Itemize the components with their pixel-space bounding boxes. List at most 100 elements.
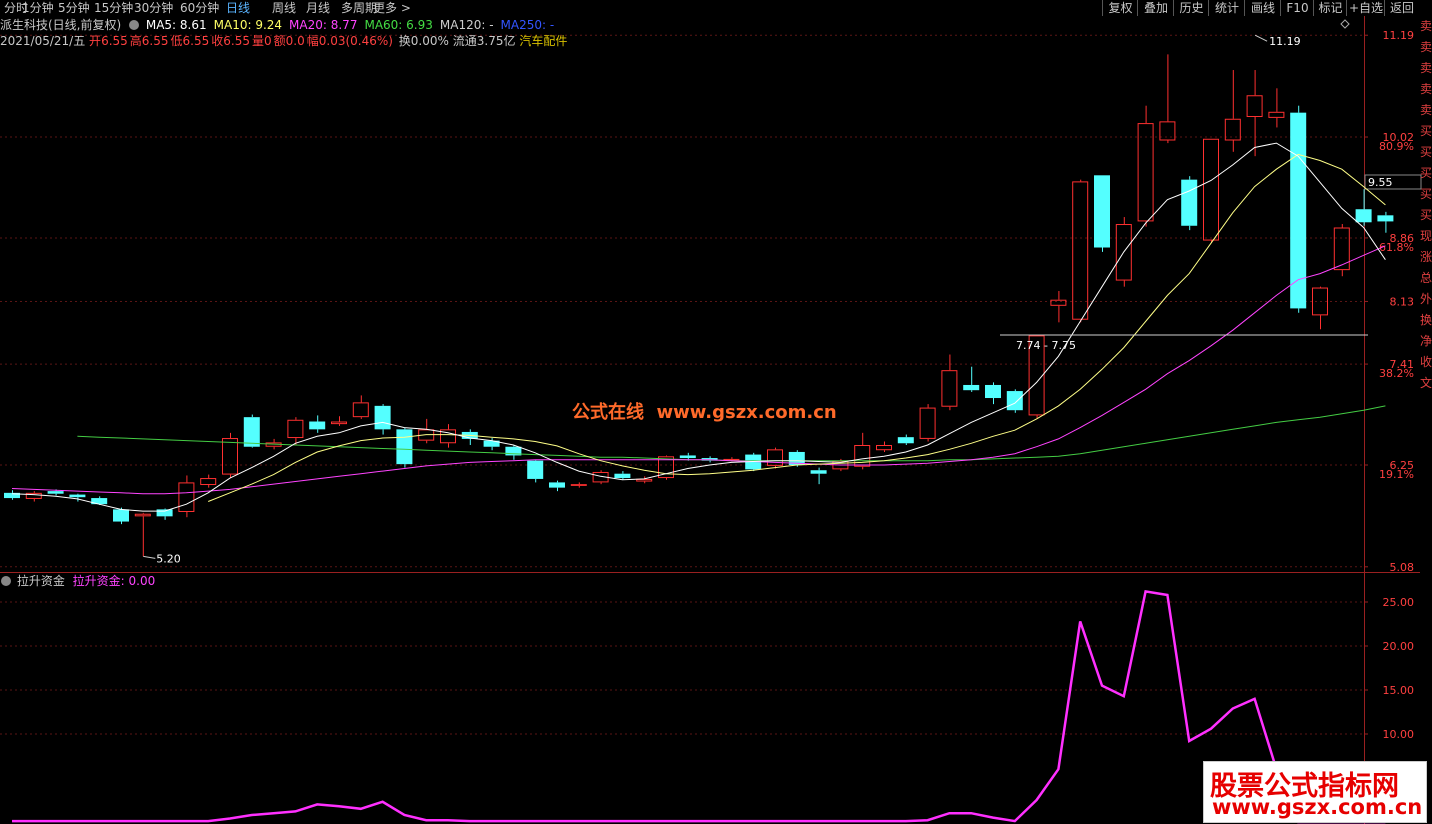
sector-tag[interactable]: 汽车配件 <box>519 34 567 48</box>
candle-body-up[interactable] <box>1050 299 1067 306</box>
candle-body-up[interactable] <box>222 438 238 475</box>
diamond-icon[interactable] <box>1340 19 1350 29</box>
period-tab[interactable]: 周线 <box>272 0 296 16</box>
candle-body-down[interactable] <box>69 494 86 498</box>
low-label: 5.20 <box>156 552 181 565</box>
kline-chart[interactable]: 11.1910.028.868.137.416.255.0880.9%61.8%… <box>0 16 1432 573</box>
toolbar-action-button[interactable]: 叠加 <box>1137 0 1174 16</box>
candle-body-up[interactable] <box>200 478 217 486</box>
side-tab[interactable]: 收 <box>1420 352 1432 373</box>
candle-body-up[interactable] <box>134 513 151 517</box>
candle-body-down[interactable] <box>113 509 129 522</box>
toolbar-action-button[interactable]: 历史 <box>1173 0 1209 16</box>
side-tab[interactable]: 卖 <box>1420 58 1432 79</box>
candle-body-down[interactable] <box>810 470 827 474</box>
side-tab[interactable]: 净 <box>1420 331 1432 352</box>
candle-body-down[interactable] <box>527 460 544 479</box>
side-tab[interactable]: 卖 <box>1420 16 1432 37</box>
candle-body-down[interactable] <box>47 491 64 494</box>
side-tab[interactable]: 买 <box>1420 163 1432 184</box>
candle-body-down[interactable] <box>897 437 914 444</box>
quote-label: 高 <box>129 34 142 48</box>
ma-legend-item: MA20: 8.77 <box>289 18 358 32</box>
candle-body-down[interactable] <box>614 473 631 479</box>
quote-value: 0.0 <box>285 34 305 48</box>
period-toolbar: 分时 1分钟 5分钟 15分钟 30分钟 60分钟 日线 周线 月线 多周期 更多 > 复权 叠加 历史统… <box>0 0 1432 16</box>
period-tab[interactable]: 60分钟 <box>180 0 219 16</box>
period-tab[interactable]: 更多 > <box>373 0 411 16</box>
candle-body-down[interactable] <box>309 421 326 430</box>
candle-body-down[interactable] <box>156 509 173 517</box>
side-tab[interactable]: 买 <box>1420 205 1432 226</box>
candle-body-up[interactable] <box>636 478 653 482</box>
candle-body-down[interactable] <box>1377 215 1394 222</box>
toolbar-action-button[interactable]: F10 <box>1280 0 1314 16</box>
ma-settings-icon[interactable] <box>129 20 140 30</box>
candle-body-down[interactable] <box>985 384 1001 399</box>
candle-body-up[interactable] <box>1203 138 1219 241</box>
candle-body-up[interactable] <box>854 445 871 467</box>
side-tab[interactable]: 文 <box>1420 373 1432 394</box>
candle-body-up[interactable] <box>352 402 369 418</box>
gap-label: 7.74 - 7.75 <box>1016 339 1076 352</box>
candle-body-down[interactable] <box>243 417 260 447</box>
candle-body-down[interactable] <box>396 429 413 465</box>
quote-value: 6.55 <box>223 34 250 48</box>
period-tab[interactable]: 日线 <box>226 0 250 16</box>
candle-body-up[interactable] <box>1268 111 1285 118</box>
period-tab[interactable]: 5分钟 <box>58 0 90 16</box>
candle-body-up[interactable] <box>1137 123 1154 222</box>
toolbar-action-button[interactable]: 统计 <box>1208 0 1245 16</box>
candle-body-up[interactable] <box>178 482 195 512</box>
side-tab[interactable]: 卖 <box>1420 37 1432 58</box>
toolbar-action-button[interactable]: +自选 <box>1346 0 1385 16</box>
toolbar-action-button[interactable]: 复权 <box>1102 0 1138 16</box>
candle-body-down[interactable] <box>679 455 696 459</box>
period-tab[interactable]: 1分钟 <box>22 0 54 16</box>
toolbar-action-button[interactable]: 标记 <box>1313 0 1347 16</box>
candle-body-up[interactable] <box>723 458 740 461</box>
period-tab[interactable]: 15分钟 <box>94 0 133 16</box>
side-tab[interactable]: 买 <box>1420 142 1432 163</box>
candle-body-down[interactable] <box>1181 179 1198 226</box>
toolbar-action-button[interactable]: 画线 <box>1244 0 1281 16</box>
side-tab[interactable]: 总 <box>1420 268 1432 289</box>
candle-body-down[interactable] <box>549 482 565 488</box>
candle-body-up[interactable] <box>331 421 347 425</box>
side-tab[interactable]: 现 <box>1420 226 1432 247</box>
stock-title[interactable]: 派生科技(日线,前复权) <box>0 18 121 32</box>
period-tab[interactable]: 30分钟 <box>134 0 173 16</box>
quote-label: 开 <box>89 34 102 48</box>
side-tab[interactable]: 换 <box>1420 310 1432 331</box>
side-tab[interactable]: 卖 <box>1420 79 1432 100</box>
candle-body-up[interactable] <box>1072 181 1089 320</box>
candle-body-down[interactable] <box>1094 175 1110 248</box>
toolbar-action-button[interactable]: 返回 <box>1384 0 1419 16</box>
candle-body-up[interactable] <box>1159 121 1176 141</box>
period-tab[interactable]: 月线 <box>306 0 330 16</box>
period-tab[interactable]: 多周期 <box>341 0 377 16</box>
candle-body-up[interactable] <box>941 370 958 407</box>
candle-body-up[interactable] <box>1246 95 1263 118</box>
candle-body-down[interactable] <box>1290 112 1307 309</box>
side-tab[interactable]: 涨 <box>1420 247 1432 268</box>
quote-value: 6.55 <box>101 34 128 48</box>
candle-body-up[interactable] <box>1333 227 1350 271</box>
indicator-tick-label: 20.00 <box>1383 640 1415 653</box>
candle-body-up[interactable] <box>1224 118 1241 141</box>
side-tab[interactable]: 外 <box>1420 289 1432 310</box>
candle-body-up[interactable] <box>570 484 587 486</box>
side-tab[interactable]: 买 <box>1420 184 1432 205</box>
side-tab[interactable]: 卖 <box>1420 100 1432 121</box>
candle-body-up[interactable] <box>876 445 892 451</box>
candle-body-down[interactable] <box>1006 391 1023 411</box>
candle-body-up[interactable] <box>919 407 936 439</box>
candle-body-up[interactable] <box>287 419 304 439</box>
candle-body-down[interactable] <box>1355 209 1372 223</box>
candle-body-down[interactable] <box>374 405 391 430</box>
low-marker-line <box>143 555 156 559</box>
turnover: 换0.00% <box>398 34 449 48</box>
price-tick-label: 11.19 <box>1383 29 1415 42</box>
side-tab[interactable]: 买 <box>1420 121 1432 142</box>
candle-body-down[interactable] <box>963 384 980 391</box>
